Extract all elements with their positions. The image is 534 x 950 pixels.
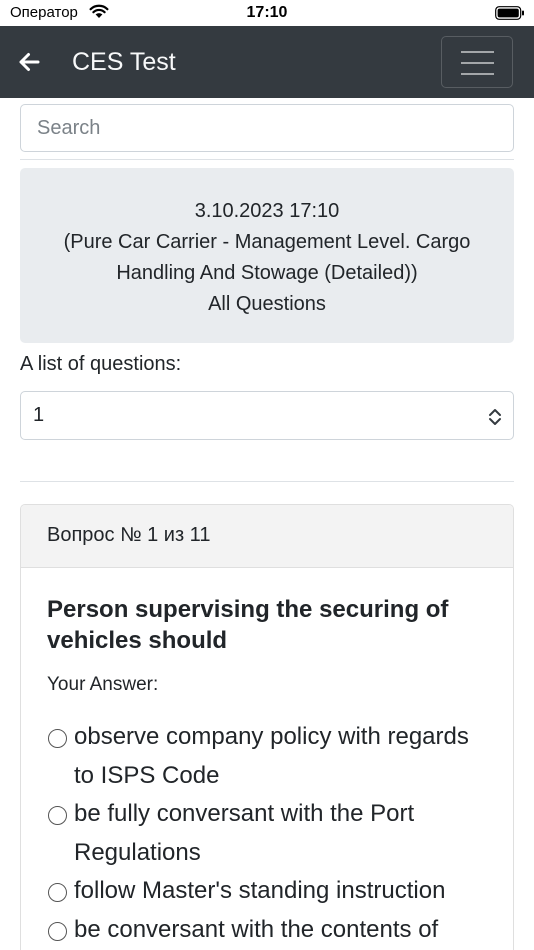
menu-bar-icon [461,73,494,75]
select-updown-icon [489,409,501,425]
answer-option[interactable]: be fully conversant with the Port Regula… [47,795,487,872]
radio-button[interactable] [48,806,67,825]
menu-bar-icon [461,51,494,53]
divider [20,481,514,482]
question-counter: Вопрос № 1 из 11 [21,505,513,568]
answer-option-text: be conversant with the contents of [74,915,439,943]
radio-button[interactable] [48,883,67,902]
radio-button[interactable] [48,921,67,941]
question-list-label: A list of questions: [20,353,182,375]
menu-bar-icon [461,62,494,64]
selected-question-number: 1 [33,404,45,426]
answer-option[interactable]: follow Master's standing instruction [47,872,487,911]
divider [20,159,514,160]
question-body: Person supervising the securing of vehic… [21,568,513,949]
answer-option-text: be fully conversant with the Port Regula… [74,800,415,866]
question-card: Вопрос № 1 из 11 Person supervising the … [20,504,514,950]
status-bar: Оператор 17:10 [0,0,534,26]
answer-options: observe company policy with regards to I… [47,718,487,949]
search-input[interactable] [20,104,514,152]
answer-option-text: follow Master's standing instruction [74,877,446,904]
page-title: CES Test [72,48,176,76]
test-mode: All Questions [208,293,326,315]
answer-option[interactable]: observe company policy with regards to I… [47,718,487,795]
test-info-box: 3.10.2023 17:10 (Pure Car Carrier - Mana… [20,168,514,343]
answer-option-text: observe company policy with regards to I… [74,723,469,789]
test-name: (Pure Car Carrier - Management Level. Ca… [63,231,471,284]
radio-button[interactable] [48,729,67,748]
your-answer-label: Your Answer: [47,674,159,695]
app-navbar: CES Test [0,26,534,98]
question-text: Person supervising the securing of vehic… [47,596,449,654]
battery-icon [495,6,524,20]
menu-toggle-button[interactable] [441,36,513,88]
test-date: 3.10.2023 17:10 [194,200,340,222]
clock: 17:10 [246,4,288,21]
answer-option[interactable]: be conversant with the contents of [47,911,487,950]
back-arrow-icon[interactable] [18,51,40,73]
question-select[interactable]: 1 [20,391,514,440]
